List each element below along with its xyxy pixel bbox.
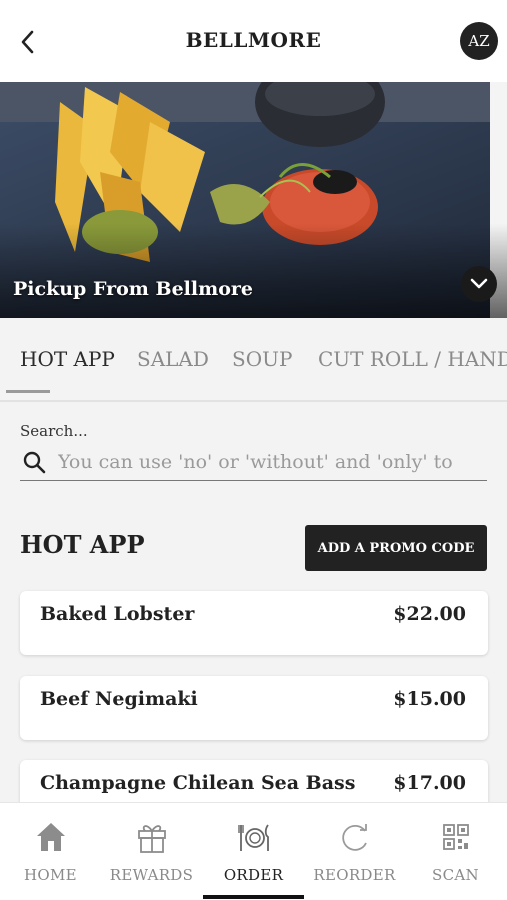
nav-home-label: HOME: [24, 866, 77, 884]
avatar[interactable]: AZ: [460, 22, 498, 60]
menu-item-name: Champagne Chilean Sea Bass: [40, 772, 356, 794]
tab-soup[interactable]: SOUP: [232, 347, 292, 371]
active-tab-indicator: [6, 390, 50, 393]
menu-item-name: Baked Lobster: [40, 603, 195, 625]
nav-rewards[interactable]: REWARDS: [101, 803, 202, 900]
expand-button[interactable]: [461, 266, 497, 302]
nav-scan-label: SCAN: [432, 866, 479, 884]
app-header: BELLMORE AZ: [0, 0, 507, 82]
chevron-down-icon: [470, 278, 488, 289]
menu-item-name: Beef Negimaki: [40, 688, 198, 710]
tab-salad[interactable]: SALAD: [137, 347, 209, 371]
search-input[interactable]: [58, 447, 458, 477]
search-field: [20, 445, 487, 481]
nav-home[interactable]: HOME: [0, 803, 101, 900]
menu-item-price: $17.00: [393, 772, 466, 794]
nav-order-label: ORDER: [223, 866, 284, 884]
nav-scan[interactable]: SCAN: [405, 803, 506, 900]
category-tabs: HOT APP SALAD SOUP CUT ROLL / HAND ROLL: [0, 318, 507, 402]
search-icon: [23, 451, 46, 474]
tab-hot-app[interactable]: HOT APP: [20, 347, 115, 371]
tab-cut-roll-hand-roll[interactable]: CUT ROLL / HAND ROLL: [318, 347, 507, 371]
add-promo-code-button[interactable]: ADD A PROMO CODE: [305, 525, 487, 571]
qr-code-icon: [443, 824, 469, 850]
nav-reorder-label: REORDER: [313, 866, 396, 884]
menu-item[interactable]: Baked Lobster $22.00: [20, 591, 488, 655]
section-title: HOT APP: [20, 530, 145, 559]
nav-rewards-label: REWARDS: [109, 866, 194, 884]
page-title: BELLMORE: [185, 28, 322, 52]
nav-order[interactable]: ORDER: [203, 803, 304, 900]
dining-icon: [238, 824, 269, 851]
bottom-nav: HOME REWARDS ORDER REORDER SCAN: [0, 802, 507, 900]
reorder-icon: [342, 824, 367, 851]
menu-item[interactable]: Beef Negimaki $15.00: [20, 676, 488, 740]
home-icon: [37, 823, 65, 851]
menu-item-price: $15.00: [393, 688, 466, 710]
search-label: Search...: [20, 422, 88, 440]
gift-icon: [138, 825, 166, 853]
hero-banner: Pickup From Bellmore: [0, 82, 507, 318]
nav-reorder[interactable]: REORDER: [304, 803, 405, 900]
menu-item-price: $22.00: [393, 603, 466, 625]
pickup-location-label: Pickup From Bellmore: [13, 278, 253, 300]
active-nav-indicator: [203, 895, 304, 899]
